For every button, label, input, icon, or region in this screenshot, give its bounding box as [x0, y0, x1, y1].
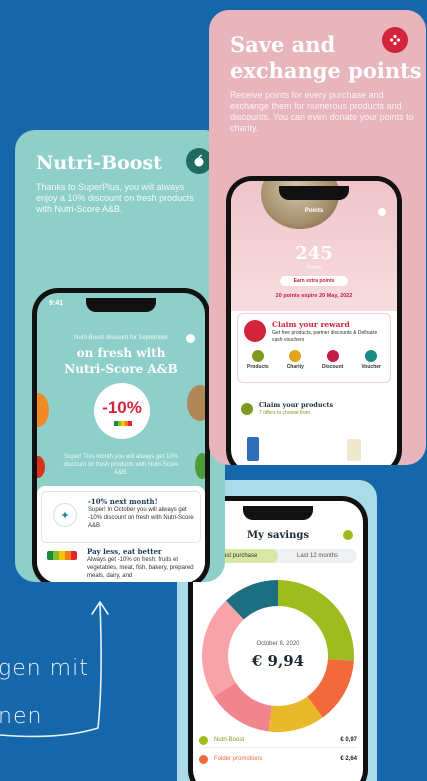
earn-extra-points-button[interactable]: Earn extra points [280, 276, 348, 286]
savings-row-value: € 2,64 [340, 756, 357, 762]
savings-row-value: € 0,97 [340, 737, 357, 743]
category-products[interactable]: Products [247, 350, 269, 370]
nutri-headline-1: on fresh with [76, 346, 166, 360]
savings-total: € 9,94 [251, 652, 305, 670]
savings-row-label: Folder promotions [214, 756, 263, 762]
points-phone: Points 245 Points Earn extra points 20 p… [226, 176, 402, 465]
reward-panel[interactable]: Claim your reward Get free products, par… [237, 313, 391, 383]
reward-text: Get free products, partner discounts & D… [272, 330, 378, 343]
category-label: Voucher [361, 364, 381, 370]
nutri-kicker: Nutri-Boost discount for September [74, 335, 168, 341]
category-discount[interactable]: Discount [322, 350, 343, 370]
phone-notch [243, 506, 313, 520]
phone-notch [86, 298, 156, 312]
reward-categories: Products Charity Discount Voucher [238, 350, 390, 370]
reward-title: Claim your reward [272, 320, 350, 329]
points-description: Receive points for every purchase and ex… [230, 90, 414, 133]
points-label: Points [307, 265, 321, 271]
savings-row[interactable]: Folder promotions € 2,64 [199, 752, 357, 766]
claim-products-title: Claim your products [259, 401, 334, 409]
kiwi-image [187, 385, 205, 421]
points-header: Points [304, 208, 324, 214]
dots-flower-icon [244, 320, 266, 342]
nutri-phone: 9:41 Nutri-Boost discount for September … [32, 288, 210, 582]
claim-products-subtitle: 7 offers to choose from [259, 410, 311, 416]
category-label: Discount [321, 364, 344, 370]
nutri-boost-description: Thanks to SuperPlus, you will always enj… [36, 182, 194, 214]
status-time: 9:41 [49, 300, 64, 307]
nutri-headline-2: Nutri-Score A&B [64, 362, 178, 376]
nutri-boost-title: Nutri-Boost [36, 152, 162, 174]
sparkle-leaf-icon: ✦ [53, 503, 77, 527]
phone-notch [279, 186, 349, 200]
savings-date: October 8, 2020 [256, 641, 300, 647]
tomato-image [37, 456, 45, 478]
savings-info-icon[interactable] [343, 530, 353, 540]
savings-row[interactable]: Nutri-Boost € 0,97 [199, 733, 357, 748]
percent-icon [326, 350, 339, 362]
leaf-image [195, 453, 205, 479]
list-item[interactable]: Pay less, eat better Always get -10% on … [41, 546, 201, 582]
category-label: Charity [286, 364, 304, 370]
nutri-body-text: Super! This month you will always get 10… [63, 454, 179, 476]
savings-row-icon [199, 735, 208, 745]
points-value: 245 [295, 243, 333, 264]
discount-value: -10% [102, 398, 142, 417]
points-info-icon[interactable] [378, 208, 386, 216]
dots-flower-icon [382, 27, 408, 53]
product-thumbnail[interactable] [247, 437, 259, 461]
tab-last-12-months[interactable]: Last 12 months [278, 549, 357, 563]
leaf-icon [251, 350, 264, 362]
nutri-info-icon[interactable] [186, 334, 195, 343]
euro-icon [365, 350, 378, 362]
savings-row-icon [199, 754, 208, 764]
list-item-text: Super! In October you will always get -1… [88, 507, 194, 529]
points-title-line-1: Save and [230, 32, 336, 57]
product-thumbnail[interactable] [347, 439, 361, 461]
points-card: Save and exchange points Receive points … [209, 10, 426, 465]
list-item[interactable]: ✦ -10% next month! Super! In October you… [41, 491, 201, 543]
earn-extra-points-label: Earn extra points [293, 278, 335, 284]
donut-slice [202, 600, 244, 697]
category-label: Products [247, 364, 269, 370]
donut-slice [278, 580, 354, 661]
heart-hand-icon [289, 350, 302, 362]
savings-row-label: Nutri-Boost [214, 737, 245, 743]
points-title-line-2: exchange points [230, 58, 422, 83]
claim-products-item[interactable]: Claim your products 7 offers to choose f… [237, 401, 391, 425]
list-item-title: -10% next month! [88, 497, 158, 506]
discount-circle: -10% [94, 383, 150, 439]
category-charity[interactable]: Charity [287, 350, 304, 370]
nutri-score-icon [47, 551, 77, 560]
nutri-boost-card: Nutri-Boost Thanks to SuperPlus, you wil… [15, 130, 225, 582]
leaf-icon [241, 403, 253, 415]
points-expiry: 20 points expire 20 May, 2022 [275, 293, 353, 299]
nutri-panel: ✦ -10% next month! Super! In October you… [37, 486, 205, 582]
orange-image [37, 393, 49, 427]
nutri-score-icon [114, 421, 132, 426]
list-item-title: Pay less, eat better [87, 547, 162, 556]
list-item-text: Always get -10% on fresh: fruits et vege… [87, 557, 194, 579]
handdrawn-arrow-icon [0, 601, 109, 738]
category-voucher[interactable]: Voucher [361, 350, 381, 370]
